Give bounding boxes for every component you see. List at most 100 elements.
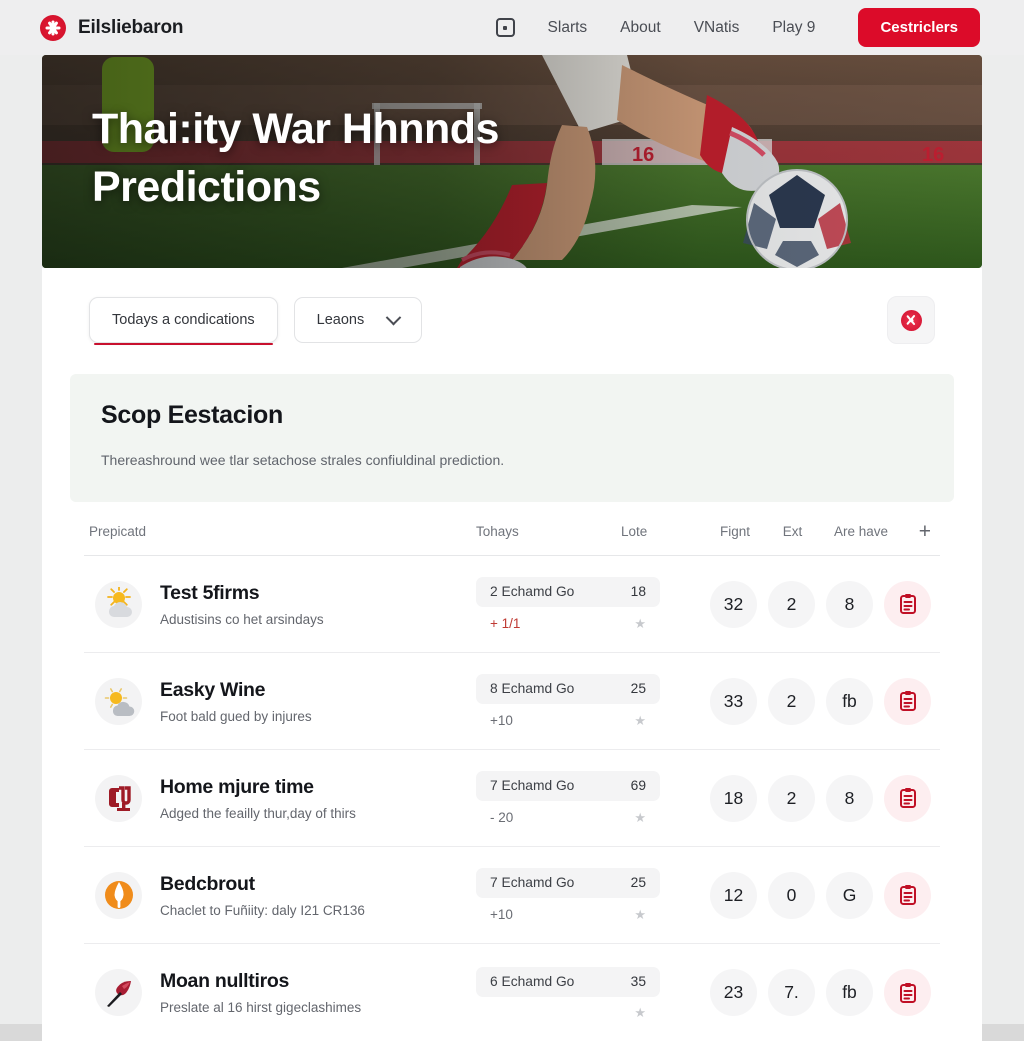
- stat-ext: 0: [768, 871, 815, 919]
- prediction-title: Home mjure time: [160, 775, 314, 798]
- delta-value: + 1/1: [490, 616, 521, 631]
- chip-label: 7 Echamd Go: [490, 778, 575, 793]
- todays-cell: 7 Echamd Go 69 - 20 ★: [476, 771, 706, 825]
- flower-logo-icon: [40, 14, 66, 41]
- prediction-text: Easky Wine Foot bald gued by injures: [160, 679, 312, 724]
- prediction-subtitle: Adged the feailly thur,day of thirs: [160, 805, 356, 821]
- chip-value: 25: [630, 681, 646, 696]
- table-row[interactable]: Moan nulltiros Preslate al 16 hirst gigec…: [84, 944, 940, 1041]
- match-chip[interactable]: 8 Echamd Go 25: [476, 674, 660, 704]
- row-action-button[interactable]: [884, 871, 931, 919]
- brand[interactable]: Eilsliebaron: [40, 14, 184, 41]
- chip-footer: +10 ★: [476, 898, 660, 922]
- top-navigation-bar: Eilsliebaron Slarts About VNatis Play 9 …: [0, 0, 1024, 55]
- todays-cell: 2 Echamd Go 18 + 1/1 ★: [476, 577, 706, 631]
- nav-item-play9[interactable]: Play 9: [772, 19, 815, 37]
- app-square-icon[interactable]: [495, 18, 515, 37]
- table-row[interactable]: Home mjure time Adged the feailly thur,da…: [84, 750, 940, 847]
- table-row[interactable]: Bedcbrout Chaclet to Fuñiity: daly I21 CR…: [84, 847, 940, 944]
- star-icon[interactable]: ★: [634, 1006, 646, 1019]
- todays-cell: 7 Echamd Go 25 +10 ★: [476, 868, 706, 922]
- stats-group: 12 0 G: [710, 871, 940, 919]
- predictions-table: Prepicatd Tohays Lote Fignt Ext Are have…: [84, 502, 940, 1041]
- row-action-button[interactable]: [884, 774, 931, 822]
- chip-label: 7 Echamd Go: [490, 875, 575, 890]
- stat-fignt: 23: [710, 969, 757, 1016]
- stat-fignt: 33: [710, 677, 757, 725]
- prediction-title: Bedcbrout: [160, 872, 255, 895]
- chip-label: 2 Echamd Go: [490, 584, 575, 599]
- column-header-lote: Lote: [621, 524, 648, 539]
- row-action-button[interactable]: [884, 969, 931, 1016]
- column-header-are-have: Are have: [833, 524, 889, 539]
- stat-ext: 2: [768, 774, 815, 822]
- prediction-subtitle: Chaclet to Fuñiity: daly I21 CR136: [160, 902, 365, 918]
- prediction-cell: Home mjure time Adged the feailly thur,da…: [84, 774, 476, 822]
- stat-are-have: 8: [826, 774, 873, 822]
- prediction-title: Moan nulltiros: [160, 970, 290, 992]
- sun-cloud-partial-icon: [95, 677, 142, 725]
- table-header-row: Prepicatd Tohays Lote Fignt Ext Are have…: [84, 502, 940, 556]
- prediction-title: Test 5firms: [160, 581, 260, 604]
- column-header-ext: Ext: [782, 524, 803, 539]
- todays-cell: 8 Echamd Go 25 +10 ★: [476, 674, 706, 728]
- prediction-subtitle: Foot bald gued by injures: [160, 708, 312, 724]
- notice-title: Scop Eestacion: [101, 401, 283, 429]
- stat-are-have: G: [826, 871, 873, 919]
- star-icon[interactable]: ★: [634, 908, 646, 921]
- stats-group: 23 7. fb: [710, 969, 940, 1016]
- column-header-fignt: Fignt: [719, 524, 750, 539]
- table-row[interactable]: Test 5firms Adustisins co het arsindays 2 …: [84, 556, 940, 653]
- add-column-button[interactable]: +: [901, 521, 940, 542]
- tab-row: Todays a condications Leaons: [42, 296, 982, 345]
- stat-fignt: 32: [710, 580, 757, 628]
- stats-group: 33 2 fb: [710, 677, 940, 725]
- chip-value: 35: [630, 973, 646, 989]
- tab-leagues-dropdown[interactable]: Leaons: [293, 297, 423, 343]
- prediction-title: Easky Wine: [160, 678, 266, 701]
- hero-banner: 16 16: [42, 55, 982, 268]
- stat-fignt: 18: [710, 774, 757, 822]
- star-icon[interactable]: ★: [634, 811, 646, 824]
- prediction-cell: Bedcbrout Chaclet to Fuñiity: daly I21 CR…: [84, 871, 476, 919]
- match-chip[interactable]: 6 Echamd Go 35: [476, 966, 660, 997]
- row-action-button[interactable]: [884, 677, 931, 725]
- star-icon[interactable]: ★: [634, 617, 646, 630]
- todays-cell: 6 Echamd Go 35 ★: [476, 966, 706, 1019]
- stat-ext: 7.: [768, 969, 815, 1016]
- nav-item-vnatis[interactable]: VNatis: [694, 19, 740, 37]
- prediction-cell: Moan nulltiros Preslate al 16 hirst gigec…: [84, 969, 476, 1016]
- column-header-prediction: Prepicatd: [89, 524, 147, 539]
- nav-item-about[interactable]: About: [620, 19, 661, 37]
- match-chip[interactable]: 7 Echamd Go 69: [476, 771, 660, 801]
- stat-fignt: 12: [710, 871, 757, 919]
- chip-label: 6 Echamd Go: [490, 973, 575, 989]
- chevron-down-icon: [385, 309, 402, 325]
- prediction-text: Test 5firms Adustisins co het arsindays: [160, 582, 324, 627]
- match-chip[interactable]: 7 Echamd Go 25: [476, 868, 660, 898]
- brand-name: Eilsliebaron: [78, 16, 184, 38]
- match-chip[interactable]: 2 Echamd Go 18: [476, 577, 660, 607]
- chip-value: 18: [630, 584, 646, 599]
- main-nav: Slarts About VNatis Play 9 Cestriclers: [495, 8, 980, 47]
- settings-logo-button[interactable]: [887, 296, 935, 344]
- cta-button[interactable]: Cestriclers: [858, 8, 980, 47]
- nav-item-slarts[interactable]: Slarts: [548, 19, 588, 37]
- notice-panel: Scop Eestacion Thereashround wee tlar se…: [70, 374, 954, 502]
- prediction-text: Moan nulltiros Preslate al 16 hirst gigec…: [160, 970, 361, 1015]
- table-row[interactable]: Easky Wine Foot bald gued by injures 8 Ech…: [84, 653, 940, 750]
- prediction-cell: Easky Wine Foot bald gued by injures: [84, 677, 476, 725]
- prediction-subtitle: Adustisins co het arsindays: [160, 611, 324, 627]
- prediction-subtitle: Preslate al 16 hirst gigeclashimes: [160, 1000, 362, 1015]
- team-crest-cu-icon: [95, 774, 142, 822]
- tab-leagues-label: Leaons: [316, 312, 365, 328]
- content-card: Todays a condications Leaons Scop Eestac…: [42, 268, 982, 1041]
- chip-footer: +10 ★: [476, 704, 660, 728]
- chip-value: 69: [630, 778, 646, 793]
- stat-are-have: 8: [826, 580, 873, 628]
- stat-ext: 2: [768, 677, 815, 725]
- tab-todays-predictions[interactable]: Todays a condications: [89, 297, 278, 345]
- prediction-text: Home mjure time Adged the feailly thur,da…: [160, 776, 356, 821]
- row-action-button[interactable]: [884, 580, 931, 628]
- star-icon[interactable]: ★: [634, 714, 646, 727]
